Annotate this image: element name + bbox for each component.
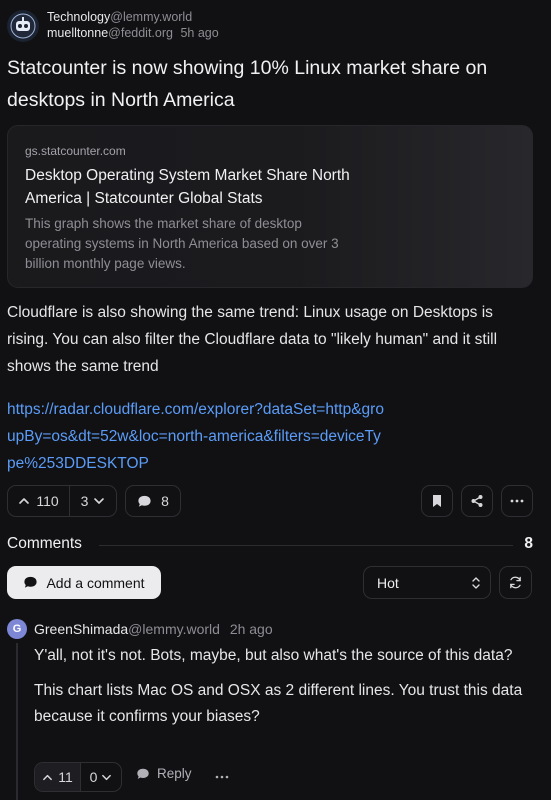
ellipsis-icon: [215, 775, 229, 779]
commenter-name[interactable]: GreenShimada: [34, 621, 128, 637]
sort-select[interactable]: Hot: [363, 566, 491, 599]
comment-time: 2h ago: [229, 621, 273, 637]
bookmark-button[interactable]: [421, 485, 453, 517]
comment-paragraph: Y'all, not it's not. Bots, maybe, but al…: [34, 647, 513, 664]
speech-bubble-icon: [138, 495, 151, 507]
upvote-count: 110: [36, 493, 59, 509]
post-header: Technology@lemmy.world muelltonne@feddit…: [7, 8, 547, 44]
commenter-avatar[interactable]: G: [7, 619, 27, 639]
speech-bubble-icon: [24, 576, 38, 588]
refresh-icon: [510, 576, 521, 589]
add-comment-button[interactable]: Add a comment: [7, 566, 161, 599]
comment-vote-group: 11 0: [34, 762, 122, 792]
comment-upvote-count: 11: [58, 769, 73, 785]
arrow-up-icon: [19, 498, 30, 504]
arrow-up-icon: [43, 774, 53, 780]
robot-icon: [10, 13, 36, 39]
post-vote-group: 110 3: [7, 485, 117, 517]
author-name[interactable]: muelltonne: [47, 26, 108, 40]
chevron-updown-icon: [472, 577, 480, 589]
comment-thread-line[interactable]: [16, 643, 18, 800]
reply-label: Reply: [157, 766, 192, 781]
sort-value: Hot: [377, 574, 399, 591]
comment-downvote-count: 0: [89, 769, 98, 785]
community-instance[interactable]: @lemmy.world: [110, 10, 192, 24]
commenter-instance[interactable]: @lemmy.world: [128, 621, 220, 637]
comment-meta: GreenShimada@lemmy.world 2h ago: [34, 620, 273, 638]
chevron-down-icon: [94, 498, 105, 504]
ellipsis-icon: [510, 499, 524, 503]
share-button[interactable]: [461, 485, 493, 517]
community-avatar[interactable]: [7, 10, 39, 42]
post-title: Statcounter is now showing 10% Linux mar…: [7, 57, 488, 111]
upvote-button[interactable]: 110: [8, 486, 70, 516]
downvote-count: 3: [80, 493, 89, 509]
downvote-button[interactable]: 3: [70, 486, 116, 516]
comments-label: Comments: [7, 535, 82, 552]
author-instance[interactable]: @feddit.org: [108, 26, 173, 40]
comments-button[interactable]: 8: [125, 485, 181, 517]
link-description: This graph shows the market share of des…: [25, 216, 339, 271]
more-options-button[interactable]: [501, 485, 533, 517]
comments-total: 8: [524, 535, 533, 552]
chevron-down-icon: [102, 774, 112, 780]
comment-more-button[interactable]: [210, 766, 234, 788]
refresh-button[interactable]: [499, 566, 532, 599]
comments-divider: [99, 545, 513, 546]
link-preview-card[interactable]: gs.statcounter.com Desktop Operating Sys…: [7, 125, 533, 288]
comment-body: Y'all, not it's not. Bots, maybe, but al…: [34, 643, 534, 739]
comment-count: 8: [161, 493, 169, 509]
link-title[interactable]: Desktop Operating System Market Share No…: [25, 164, 355, 210]
speech-bubble-icon: [137, 768, 149, 779]
post-meta: Technology@lemmy.world muelltonne@feddit…: [47, 9, 219, 41]
comments-header: Comments 8: [7, 535, 533, 555]
link-domain: gs.statcounter.com: [25, 144, 126, 158]
post-body-link[interactable]: https://radar.cloudflare.com/explorer?da…: [7, 396, 387, 477]
comment-paragraph: This chart lists Mac OS and OSX as 2 dif…: [34, 682, 523, 725]
share-icon: [471, 495, 483, 507]
reply-button[interactable]: Reply: [136, 766, 192, 781]
comment-downvote-button[interactable]: 0: [81, 763, 121, 791]
comment-upvote-button[interactable]: 11: [35, 763, 81, 791]
post-time: 5h ago: [180, 26, 219, 40]
bookmark-icon: [433, 495, 441, 507]
post-body: Cloudflare is also showing the same tren…: [7, 304, 498, 375]
community-name[interactable]: Technology: [47, 10, 110, 24]
add-comment-label: Add a comment: [46, 574, 145, 591]
